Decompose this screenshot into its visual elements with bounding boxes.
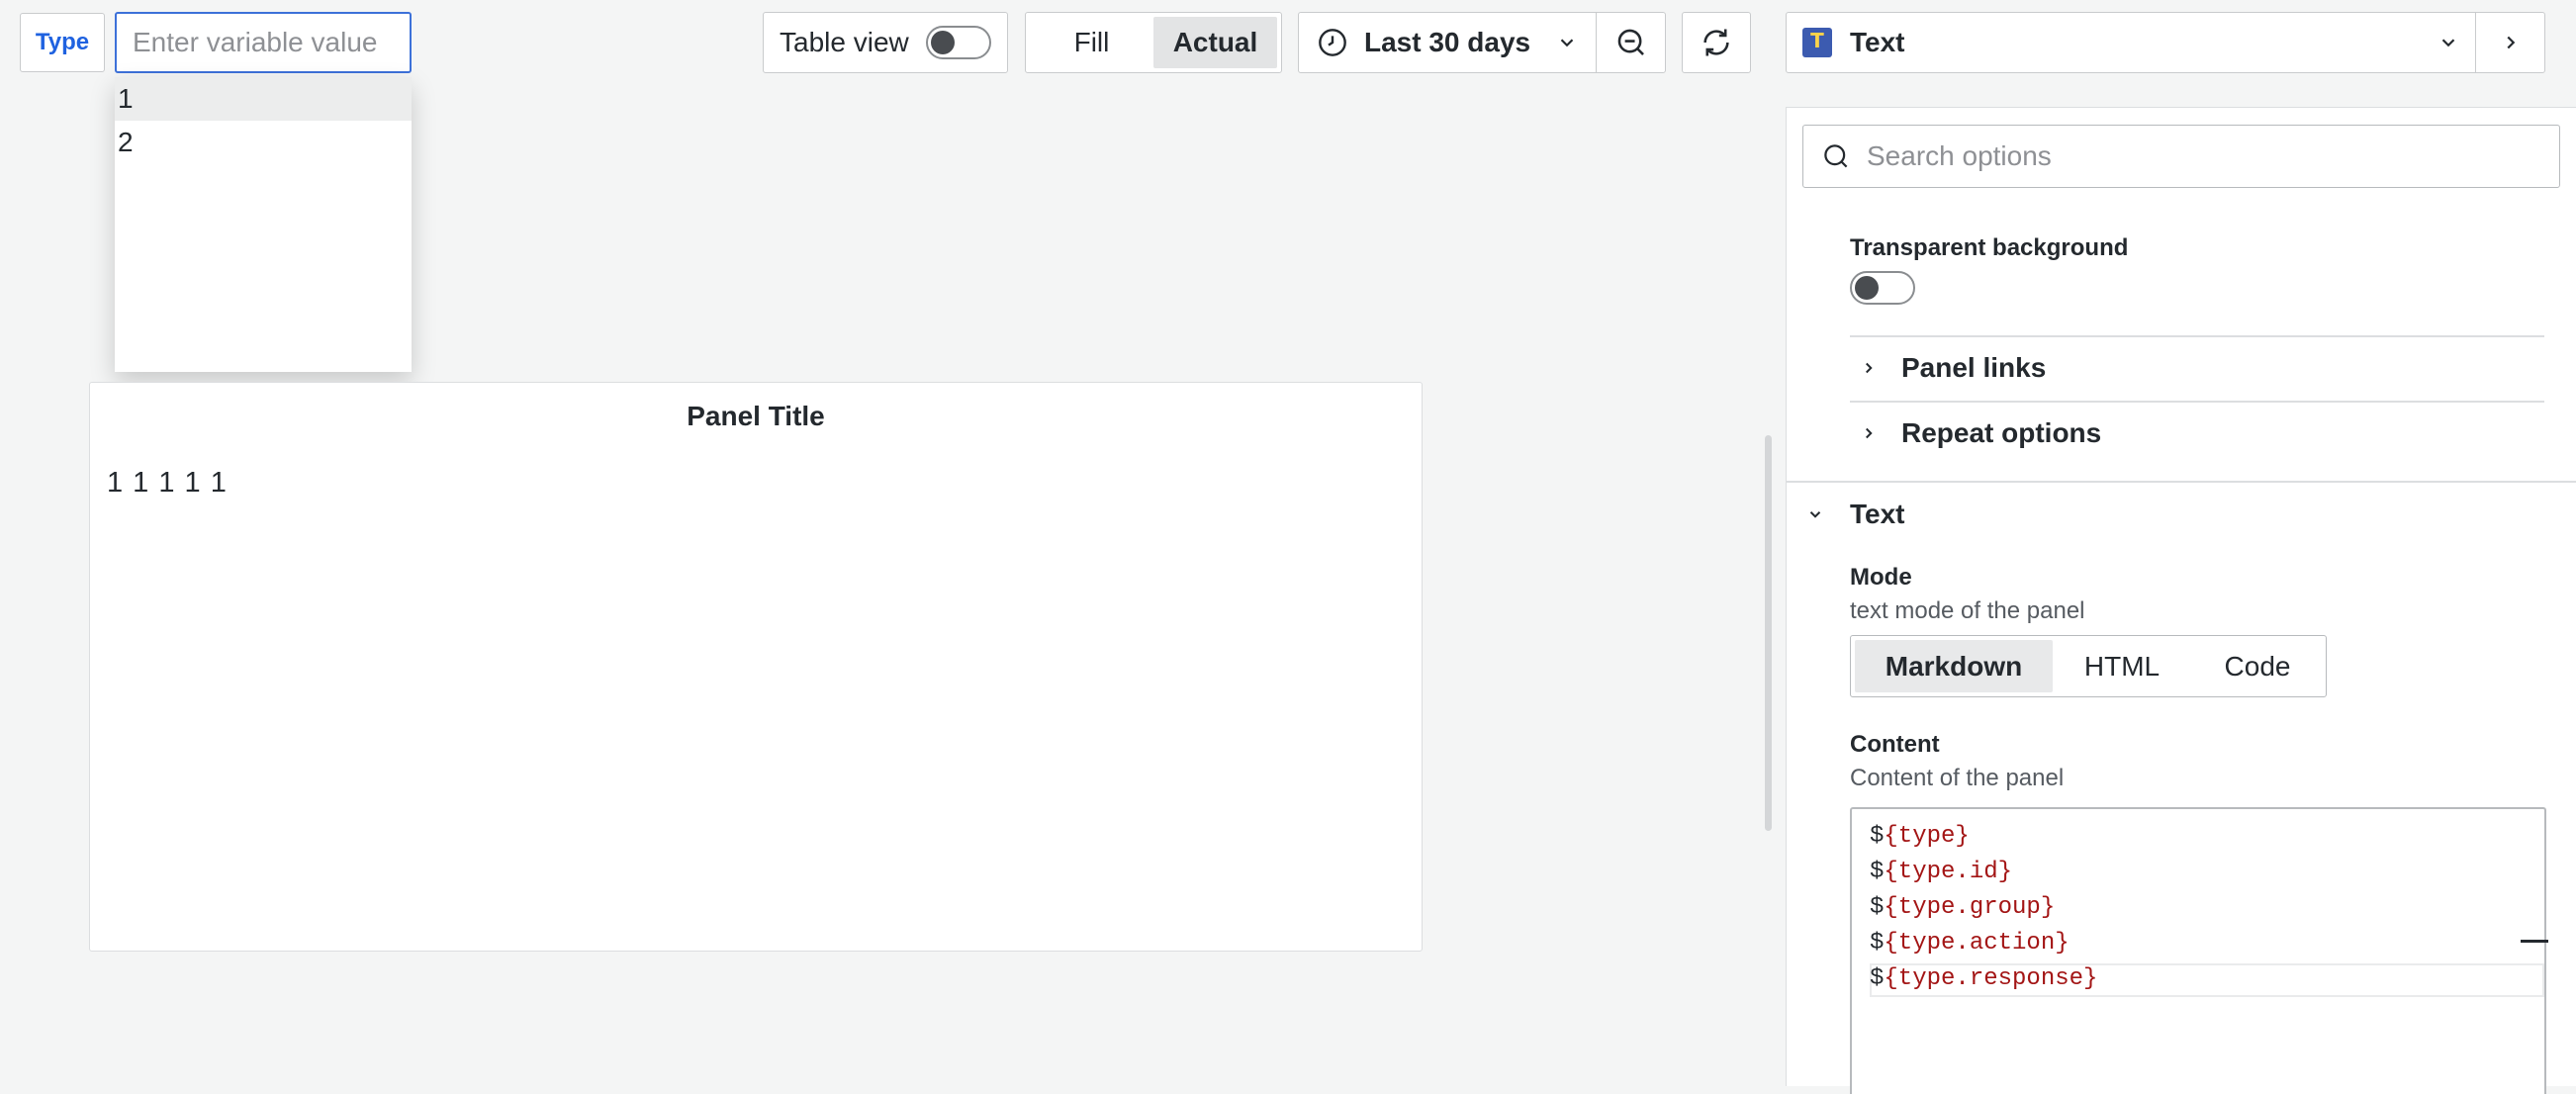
code-line: ${type}: [1870, 823, 1970, 850]
clock-icon: [1317, 27, 1348, 58]
dashboard-panel[interactable]: Panel Title 1 1 1 1 1: [89, 382, 1423, 952]
panel-content: 1 1 1 1 1: [107, 467, 228, 499]
search-placeholder: Search options: [1867, 140, 2052, 171]
repeat-options-section[interactable]: Repeat options: [1860, 413, 2101, 453]
chevron-right-icon: [2500, 32, 2522, 53]
divider: [1850, 401, 2544, 403]
search-icon: [1821, 141, 1851, 171]
visualization-name: Text: [1850, 27, 1905, 57]
code-line: ${type.group}: [1870, 894, 2056, 921]
variable-option[interactable]: 2: [115, 121, 412, 164]
fill-button[interactable]: Fill: [1030, 17, 1153, 68]
variable-label: Type: [20, 13, 105, 72]
mode-markdown-option[interactable]: Markdown: [1855, 640, 2053, 692]
visualization-picker: T Text: [1786, 12, 2545, 73]
time-range-label: Last 30 days: [1364, 27, 1531, 57]
visualization-select[interactable]: T Text: [1787, 13, 2475, 72]
time-range-button[interactable]: Last 30 days: [1299, 13, 1596, 72]
table-view-switch[interactable]: [926, 26, 991, 59]
divider: [1786, 481, 2576, 483]
fold-marker[interactable]: [2521, 940, 2548, 943]
fill-actual-toggle: Fill Actual: [1025, 12, 1282, 73]
chevron-down-icon: [2438, 32, 2459, 53]
content-description: Content of the panel: [1850, 765, 2065, 791]
code-line: ${type.action}: [1870, 930, 2070, 957]
chevron-right-icon: [1860, 424, 1878, 442]
divider: [1850, 335, 2544, 337]
zoom-out-button[interactable]: [1596, 13, 1665, 72]
panel-links-label: Panel links: [1901, 352, 2047, 383]
variable-value-input[interactable]: [115, 12, 412, 73]
actual-button[interactable]: Actual: [1153, 17, 1277, 68]
table-view-label: Table view: [780, 27, 909, 57]
text-section-header[interactable]: Text: [1806, 495, 1905, 534]
content-label: Content: [1850, 731, 1940, 758]
chevron-right-icon: [1860, 359, 1878, 377]
variable-options-dropdown: 1 2: [115, 77, 412, 372]
code-line: ${type.response}: [1870, 965, 2098, 992]
chevron-down-icon: [1806, 505, 1824, 523]
mode-description: text mode of the panel: [1850, 597, 2085, 624]
search-options-input[interactable]: Search options: [1802, 125, 2560, 188]
mode-radio-group: Markdown HTML Code: [1850, 635, 2327, 697]
time-picker: Last 30 days: [1298, 12, 1666, 73]
mode-label: Mode: [1850, 564, 1912, 591]
collapse-options-button[interactable]: [2475, 13, 2544, 72]
refresh-icon: [1700, 26, 1733, 59]
transparent-background-label: Transparent background: [1850, 234, 2129, 261]
text-panel-logo-icon: T: [1802, 28, 1832, 57]
mode-html-option[interactable]: HTML: [2053, 640, 2191, 692]
variable-option[interactable]: 1: [115, 77, 412, 121]
repeat-options-label: Repeat options: [1901, 417, 2102, 448]
table-view-toggle[interactable]: Table view: [763, 12, 1008, 73]
text-section-label: Text: [1850, 499, 1905, 529]
panel-title: Panel Title: [687, 401, 825, 431]
chevron-down-icon: [1556, 32, 1578, 53]
mode-code-option[interactable]: Code: [2191, 640, 2324, 692]
transparent-background-switch[interactable]: [1850, 271, 1915, 305]
refresh-button[interactable]: [1682, 12, 1751, 73]
scrollbar-thumb[interactable]: [1765, 435, 1772, 831]
zoom-out-icon: [1614, 26, 1648, 59]
panel-links-section[interactable]: Panel links: [1860, 348, 2046, 388]
code-line: ${type.id}: [1870, 859, 2013, 885]
